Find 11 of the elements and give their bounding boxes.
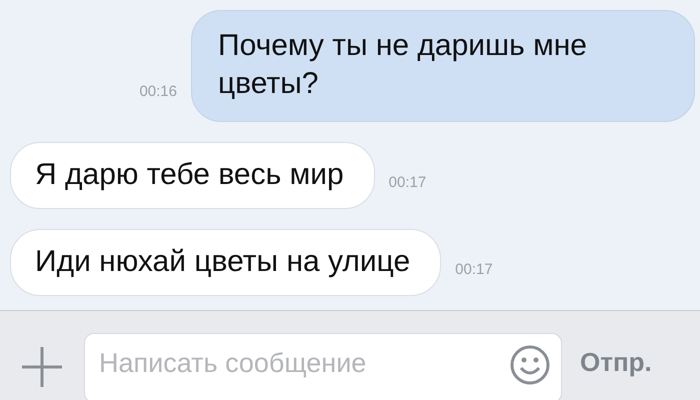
send-button[interactable]: Отпр. [580,347,652,378]
message-time: 00:17 [455,261,493,278]
incoming-message: Я дарю тебе весь мир [10,142,375,209]
incoming-message: Иди нюхай цветы на улице [10,229,442,296]
message-input[interactable]: Написать сообщение [99,348,501,379]
outgoing-message: Почему ты не даришь мне цветы? [191,10,695,122]
smiley-icon[interactable] [509,344,551,386]
plus-icon[interactable] [20,345,64,389]
message-field[interactable]: Написать сообщение [84,333,562,400]
message-time: 00:17 [388,174,426,191]
message-time: 00:16 [139,83,177,100]
